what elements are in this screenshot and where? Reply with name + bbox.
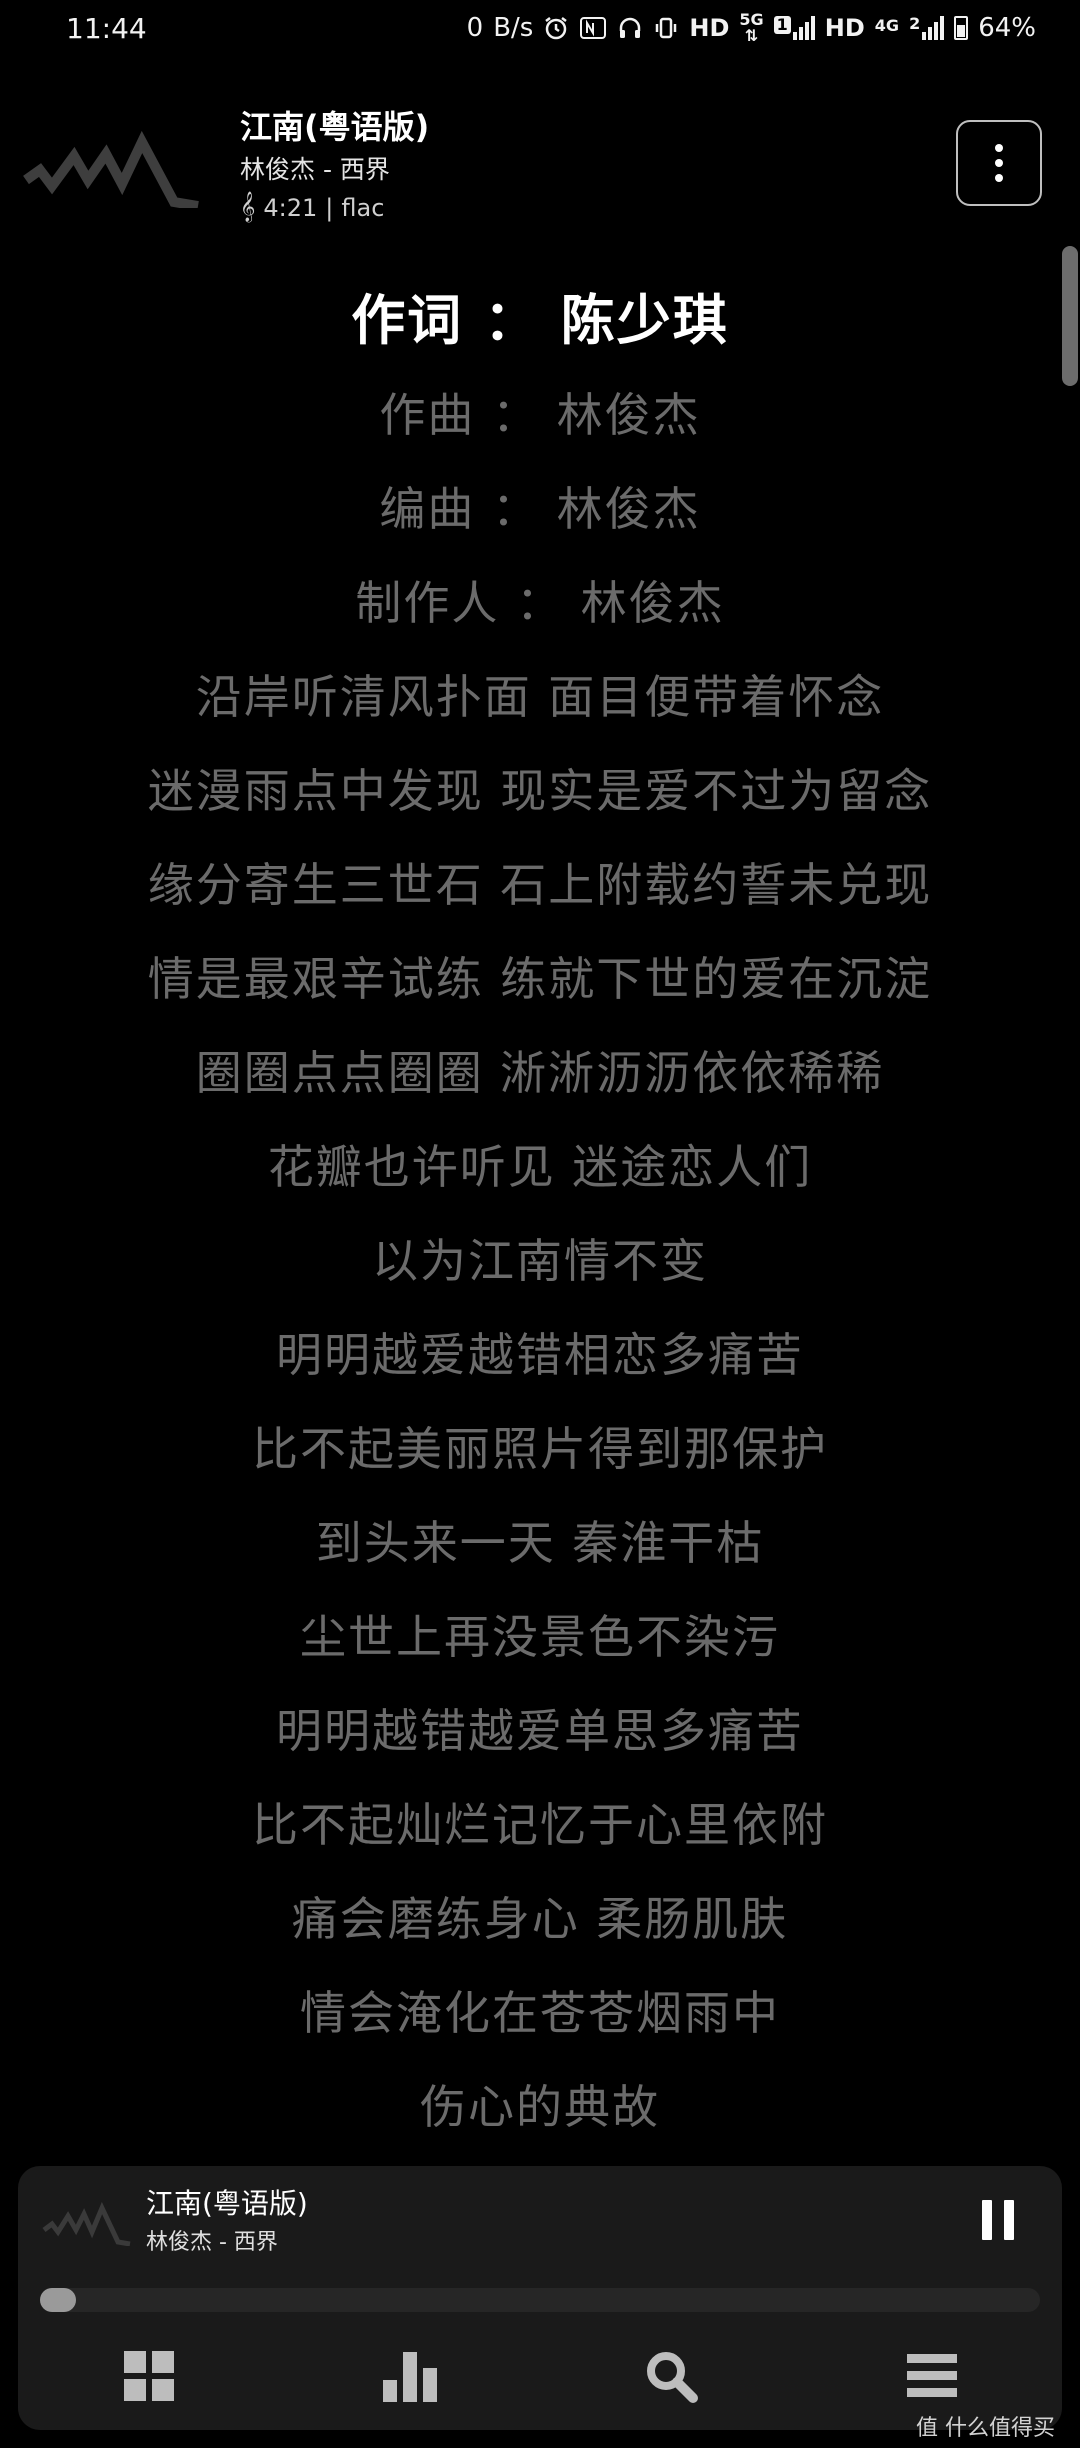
nav-search-button[interactable] — [626, 2334, 716, 2418]
lyric-line[interactable]: 明明越爱越错相恋多痛苦 — [0, 1308, 1080, 1402]
status-bar: 11:44 0 B/s HD 5G ⇅ 1 HD 4G 2 64% — [0, 0, 1080, 56]
status-time: 11:44 — [66, 11, 147, 45]
lyric-line[interactable]: 伤心的典故 — [0, 2060, 1080, 2154]
mini-player-title: 江南(粤语版) — [146, 2187, 308, 2220]
lyric-line[interactable]: 痛会磨练身心 柔肠肌肤 — [0, 1872, 1080, 1966]
playback-progress-bar[interactable] — [40, 2288, 1040, 2312]
vibrate-icon — [653, 15, 679, 41]
lyric-line[interactable]: 以为江南情不变 — [0, 1214, 1080, 1308]
mini-player-artist: 林俊杰 - 西界 — [146, 2230, 278, 2255]
net-speed-value: 0 — [466, 13, 484, 43]
signal-icon-2 — [922, 16, 945, 40]
sim2-badge: 2 — [909, 14, 921, 33]
more-dot-icon — [995, 174, 1003, 182]
lyric-line[interactable]: 编曲 ： 林俊杰 — [0, 462, 1080, 556]
nav-playlist-button[interactable] — [887, 2334, 977, 2418]
now-playing-header: 江南(粤语版) 林俊杰 - 西界 𝄞 4:21 | flac — [0, 90, 1080, 223]
pause-button[interactable] — [968, 2200, 1028, 2252]
waveform-logo-icon — [42, 2201, 131, 2246]
lyric-line[interactable]: 比不起灿烂记忆于心里依附 — [0, 1778, 1080, 1872]
song-artist: 林俊杰 - 西界 — [240, 155, 390, 184]
search-icon — [646, 2352, 698, 2403]
hires-audio-icon: 𝄞 — [240, 192, 256, 222]
net-speed-unit: B/s — [493, 13, 534, 43]
lyric-line[interactable]: 沿岸听清风扑面 面目便带着怀念 — [0, 650, 1080, 744]
song-duration: 4:21 — [263, 193, 318, 222]
lyric-line[interactable]: 迷漫雨点中发现 现实是爱不过为留念 — [0, 744, 1080, 838]
data-arrows-icon: ⇅ — [744, 26, 759, 45]
grid-icon — [123, 2351, 174, 2401]
lyrics-view[interactable]: 作词 ： 陈少琪 作曲 ： 林俊杰 编曲 ： 林俊杰 制作人 ： 林俊杰 沿岸听… — [0, 274, 1080, 2154]
lyric-line[interactable]: 明明越错越爱单思多痛苦 — [0, 1684, 1080, 1778]
headphones-icon — [617, 15, 643, 41]
lyric-line[interactable]: 缘分寄生三世石 石上附载约誓未兑现 — [0, 838, 1080, 932]
lyric-line[interactable]: 情会淹化在苍苍烟雨中 — [0, 1966, 1080, 2060]
pause-bar-icon — [982, 2200, 992, 2240]
lyric-line[interactable]: 花瓣也许听见 迷途恋人们 — [0, 1120, 1080, 1214]
lyric-line[interactable]: 作曲 ： 林俊杰 — [0, 368, 1080, 462]
more-options-button[interactable] — [956, 120, 1042, 206]
lyric-line[interactable]: 制作人 ： 林俊杰 — [0, 556, 1080, 650]
hd-badge-1: HD — [689, 14, 730, 42]
nav-library-button[interactable] — [104, 2334, 194, 2418]
song-meta: 𝄞 4:21 | flac — [240, 192, 384, 223]
song-title: 江南(粤语版) — [240, 108, 430, 146]
nfc-icon — [579, 15, 607, 41]
list-icon — [906, 2354, 957, 2397]
lyric-line[interactable]: 尘世上再没景色不染污 — [0, 1590, 1080, 1684]
lyric-line[interactable]: 作词 ： 陈少琪 — [0, 274, 1080, 368]
waveform-logo-icon — [23, 130, 199, 208]
lyric-line[interactable]: 圈圈点点圈圈 淅淅沥沥依依稀稀 — [0, 1026, 1080, 1120]
bar-chart-icon — [382, 2352, 437, 2402]
playback-progress-fill — [40, 2288, 76, 2312]
pause-bar-icon — [1004, 2200, 1014, 2240]
lyric-line[interactable]: 情是最艰辛试练 练就下世的爱在沉淀 — [0, 932, 1080, 1026]
sim1-badge: 1 — [773, 16, 791, 34]
battery-icon — [954, 16, 969, 40]
lyric-line[interactable]: 比不起美丽照片得到那保护 — [0, 1402, 1080, 1496]
status-icons: 0 B/s HD 5G ⇅ 1 HD 4G 2 64% — [467, 12, 1036, 44]
bottom-nav — [18, 2334, 1062, 2418]
battery-level: 64% — [978, 13, 1036, 43]
signal-icon-1 — [792, 16, 815, 40]
more-dot-icon — [995, 159, 1003, 167]
song-format: flac — [341, 193, 385, 222]
hd-badge-2: HD — [824, 14, 865, 42]
lyric-line[interactable]: 到头来一天 秦淮干枯 — [0, 1496, 1080, 1590]
network-type-2: 4G — [874, 16, 900, 35]
site-watermark: 值 什么值得买 — [916, 2416, 1055, 2441]
music-player-screen: 11:44 0 B/s HD 5G ⇅ 1 HD 4G 2 64% 江南(粤语版… — [0, 0, 1080, 2448]
mini-player[interactable]: 江南(粤语版) 林俊杰 - 西界 — [18, 2166, 1062, 2430]
nav-charts-button[interactable] — [365, 2334, 455, 2418]
more-dot-icon — [995, 144, 1003, 152]
meta-separator: | — [325, 193, 334, 222]
alarm-icon — [543, 15, 569, 41]
